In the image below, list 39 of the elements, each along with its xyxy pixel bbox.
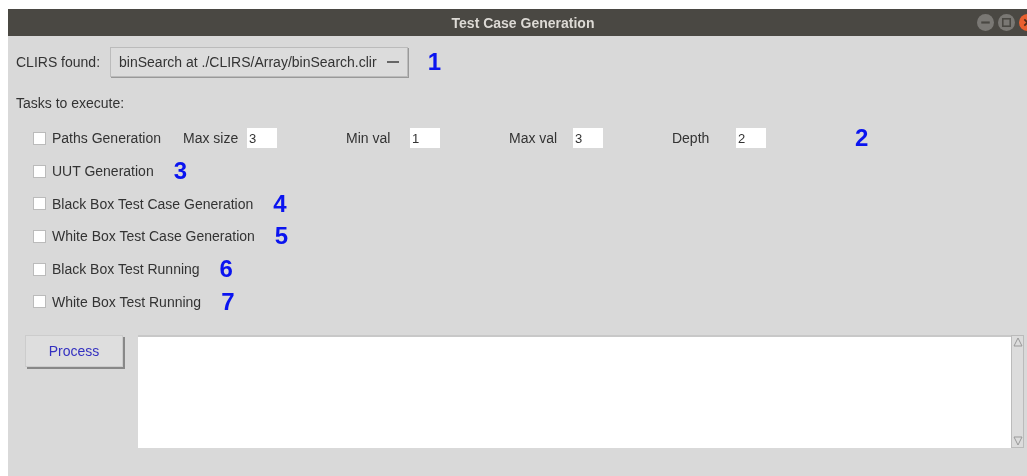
param-input[interactable]: 2	[735, 128, 766, 149]
window-title: Test Case Generation	[451, 14, 595, 31]
task-label: White Box Test Running	[52, 293, 202, 310]
process-button[interactable]: Process	[25, 335, 123, 368]
param-label: Min val	[345, 130, 392, 147]
task-label: Black Box Test Running	[52, 261, 200, 278]
annotation-number: 6	[219, 257, 233, 282]
minimize-icon[interactable]	[977, 14, 994, 31]
task-label: Paths Generation	[52, 130, 161, 147]
task-label: Black Box Test Case Generation	[52, 195, 254, 212]
clirs-dropdown[interactable]: binSearch at ./CLIRS/Array/binSearch.clir	[110, 47, 408, 77]
annotation-number: 3	[173, 159, 188, 184]
task-checkbox[interactable]	[33, 131, 46, 145]
task-checkbox[interactable]	[33, 197, 46, 211]
param-input[interactable]: 3	[572, 128, 603, 149]
scroll-up-icon[interactable]	[1012, 337, 1023, 348]
annotation-number: 4	[273, 191, 287, 216]
task-checkbox[interactable]	[33, 262, 46, 276]
task-checkbox[interactable]	[33, 229, 46, 243]
param-input[interactable]: 3	[246, 128, 277, 149]
clirs-label: CLIRS found:	[16, 54, 101, 70]
scroll-down-icon[interactable]	[1012, 436, 1023, 447]
annotation-number: 1	[427, 50, 441, 74]
task-checkbox[interactable]	[33, 164, 46, 178]
annotation-number: 7	[221, 289, 235, 314]
maximize-icon[interactable]	[998, 14, 1015, 31]
task-label: White Box Test Case Generation	[52, 228, 255, 245]
param-label: Max val	[508, 130, 559, 147]
task-checkbox[interactable]	[33, 295, 46, 309]
param-label: Depth	[671, 130, 711, 147]
output-text-area[interactable]	[138, 335, 1024, 449]
annotation-number: 2	[854, 126, 869, 151]
scrollbar[interactable]	[1011, 335, 1024, 449]
param-input[interactable]: 1	[409, 128, 440, 149]
param-label: Max size	[182, 130, 240, 147]
task-label: UUT Generation	[52, 163, 154, 180]
annotation-number: 5	[274, 224, 289, 249]
tasks-label: Tasks to execute:	[16, 94, 126, 113]
dropdown-indicator-icon	[386, 61, 399, 63]
